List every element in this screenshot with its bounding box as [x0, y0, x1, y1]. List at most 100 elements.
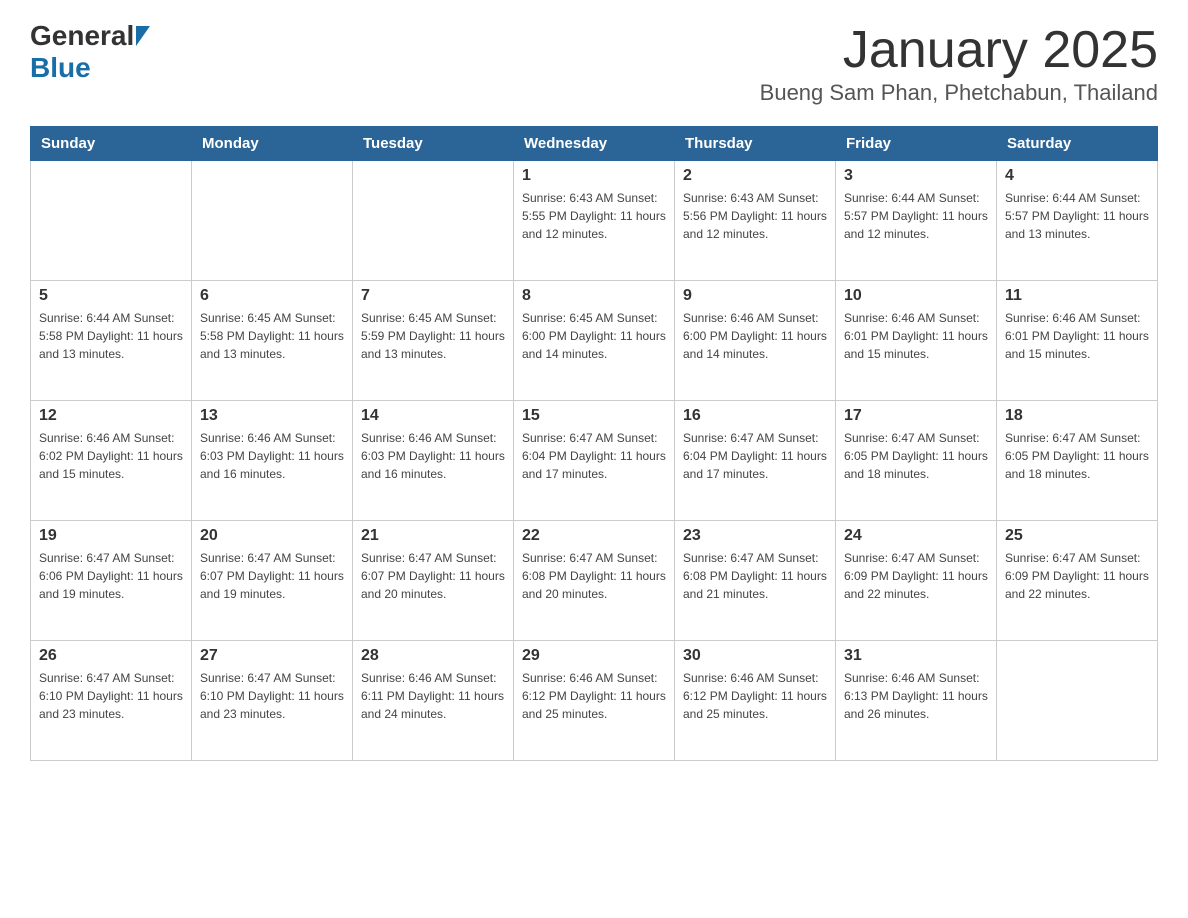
calendar-cell: 18 Sunrise: 6:47 AM Sunset: 6:05 PM Dayli…	[997, 401, 1158, 521]
cell-info: Sunrise: 6:47 AM Sunset: 6:04 PM Dayligh…	[683, 429, 827, 483]
calendar-cell: 5 Sunrise: 6:44 AM Sunset: 5:58 PM Daylig…	[31, 281, 192, 401]
month-title: January 2025	[760, 20, 1158, 80]
calendar-cell: 26 Sunrise: 6:47 AM Sunset: 6:10 PM Dayli…	[31, 641, 192, 761]
calendar-table: SundayMondayTuesdayWednesdayThursdayFrid…	[30, 126, 1158, 761]
cell-info: Sunrise: 6:46 AM Sunset: 6:02 PM Dayligh…	[39, 429, 183, 483]
calendar-cell: 7 Sunrise: 6:45 AM Sunset: 5:59 PM Daylig…	[353, 281, 514, 401]
calendar-cell: 9 Sunrise: 6:46 AM Sunset: 6:00 PM Daylig…	[675, 281, 836, 401]
cell-info: Sunrise: 6:47 AM Sunset: 6:08 PM Dayligh…	[683, 549, 827, 603]
cell-info: Sunrise: 6:44 AM Sunset: 5:58 PM Dayligh…	[39, 309, 183, 363]
calendar-cell: 24 Sunrise: 6:47 AM Sunset: 6:09 PM Dayli…	[836, 521, 997, 641]
calendar-cell: 19 Sunrise: 6:47 AM Sunset: 6:06 PM Dayli…	[31, 521, 192, 641]
cell-day-number: 1	[522, 167, 666, 185]
calendar-day-header: Sunday	[31, 127, 192, 161]
cell-day-number: 3	[844, 167, 988, 185]
calendar-day-header: Thursday	[675, 127, 836, 161]
cell-info: Sunrise: 6:47 AM Sunset: 6:08 PM Dayligh…	[522, 549, 666, 603]
cell-info: Sunrise: 6:46 AM Sunset: 6:13 PM Dayligh…	[844, 669, 988, 723]
calendar-cell: 1 Sunrise: 6:43 AM Sunset: 5:55 PM Daylig…	[514, 161, 675, 281]
cell-info: Sunrise: 6:47 AM Sunset: 6:05 PM Dayligh…	[1005, 429, 1149, 483]
logo-general-text: General	[30, 20, 134, 52]
logo-triangle-icon	[136, 26, 150, 46]
cell-info: Sunrise: 6:47 AM Sunset: 6:09 PM Dayligh…	[844, 549, 988, 603]
calendar-cell: 12 Sunrise: 6:46 AM Sunset: 6:02 PM Dayli…	[31, 401, 192, 521]
cell-day-number: 10	[844, 287, 988, 305]
calendar-cell	[353, 161, 514, 281]
calendar-cell: 29 Sunrise: 6:46 AM Sunset: 6:12 PM Dayli…	[514, 641, 675, 761]
cell-info: Sunrise: 6:43 AM Sunset: 5:55 PM Dayligh…	[522, 189, 666, 243]
cell-day-number: 16	[683, 407, 827, 425]
cell-day-number: 11	[1005, 287, 1149, 305]
calendar-cell: 27 Sunrise: 6:47 AM Sunset: 6:10 PM Dayli…	[192, 641, 353, 761]
calendar-cell: 25 Sunrise: 6:47 AM Sunset: 6:09 PM Dayli…	[997, 521, 1158, 641]
cell-day-number: 17	[844, 407, 988, 425]
calendar-cell: 21Sunrise: 6:47 AM Sunset: 6:07 PM Dayli…	[353, 521, 514, 641]
cell-day-number: 26	[39, 647, 183, 665]
cell-day-number: 4	[1005, 167, 1149, 185]
calendar-day-header: Saturday	[997, 127, 1158, 161]
calendar-week-row: 12 Sunrise: 6:46 AM Sunset: 6:02 PM Dayli…	[31, 401, 1158, 521]
calendar-week-row: 5 Sunrise: 6:44 AM Sunset: 5:58 PM Daylig…	[31, 281, 1158, 401]
cell-info: Sunrise: 6:46 AM Sunset: 6:00 PM Dayligh…	[683, 309, 827, 363]
title-section: January 2025 Bueng Sam Phan, Phetchabun,…	[760, 20, 1158, 106]
calendar-cell: 14 Sunrise: 6:46 AM Sunset: 6:03 PM Dayli…	[353, 401, 514, 521]
calendar-cell	[997, 641, 1158, 761]
cell-day-number: 13	[200, 407, 344, 425]
calendar-day-header: Wednesday	[514, 127, 675, 161]
calendar-day-header: Tuesday	[353, 127, 514, 161]
cell-day-number: 2	[683, 167, 827, 185]
cell-info: Sunrise: 6:47 AM Sunset: 6:06 PM Dayligh…	[39, 549, 183, 603]
calendar-week-row: 19 Sunrise: 6:47 AM Sunset: 6:06 PM Dayli…	[31, 521, 1158, 641]
cell-info: Sunrise: 6:47 AM Sunset: 6:04 PM Dayligh…	[522, 429, 666, 483]
cell-info: Sunrise: 6:44 AM Sunset: 5:57 PM Dayligh…	[844, 189, 988, 243]
location-title: Bueng Sam Phan, Phetchabun, Thailand	[760, 80, 1158, 106]
cell-day-number: 31	[844, 647, 988, 665]
cell-info: Sunrise: 6:46 AM Sunset: 6:11 PM Dayligh…	[361, 669, 505, 723]
cell-day-number: 19	[39, 527, 183, 545]
calendar-cell: 2Sunrise: 6:43 AM Sunset: 5:56 PM Daylig…	[675, 161, 836, 281]
cell-info: Sunrise: 6:47 AM Sunset: 6:10 PM Dayligh…	[200, 669, 344, 723]
cell-day-number: 29	[522, 647, 666, 665]
cell-info: Sunrise: 6:47 AM Sunset: 6:07 PM Dayligh…	[200, 549, 344, 603]
calendar-cell: 15 Sunrise: 6:47 AM Sunset: 6:04 PM Dayli…	[514, 401, 675, 521]
cell-day-number: 24	[844, 527, 988, 545]
calendar-cell: 10 Sunrise: 6:46 AM Sunset: 6:01 PM Dayli…	[836, 281, 997, 401]
cell-day-number: 30	[683, 647, 827, 665]
cell-day-number: 9	[683, 287, 827, 305]
cell-day-number: 27	[200, 647, 344, 665]
cell-info: Sunrise: 6:46 AM Sunset: 6:12 PM Dayligh…	[522, 669, 666, 723]
cell-day-number: 6	[200, 287, 344, 305]
page-header: General Blue January 2025 Bueng Sam Phan…	[30, 20, 1158, 106]
calendar-cell: 6Sunrise: 6:45 AM Sunset: 5:58 PM Daylig…	[192, 281, 353, 401]
calendar-cell	[31, 161, 192, 281]
cell-day-number: 14	[361, 407, 505, 425]
cell-info: Sunrise: 6:47 AM Sunset: 6:07 PM Dayligh…	[361, 549, 505, 603]
cell-day-number: 18	[1005, 407, 1149, 425]
cell-day-number: 15	[522, 407, 666, 425]
cell-info: Sunrise: 6:45 AM Sunset: 5:59 PM Dayligh…	[361, 309, 505, 363]
calendar-cell: 13Sunrise: 6:46 AM Sunset: 6:03 PM Dayli…	[192, 401, 353, 521]
cell-info: Sunrise: 6:47 AM Sunset: 6:10 PM Dayligh…	[39, 669, 183, 723]
calendar-cell: 3 Sunrise: 6:44 AM Sunset: 5:57 PM Daylig…	[836, 161, 997, 281]
logo-blue-text: Blue	[30, 52, 91, 83]
calendar-week-row: 1 Sunrise: 6:43 AM Sunset: 5:55 PM Daylig…	[31, 161, 1158, 281]
logo: General Blue	[30, 20, 150, 84]
calendar-cell: 22Sunrise: 6:47 AM Sunset: 6:08 PM Dayli…	[514, 521, 675, 641]
cell-day-number: 7	[361, 287, 505, 305]
cell-day-number: 12	[39, 407, 183, 425]
cell-info: Sunrise: 6:46 AM Sunset: 6:03 PM Dayligh…	[361, 429, 505, 483]
calendar-cell: 28Sunrise: 6:46 AM Sunset: 6:11 PM Dayli…	[353, 641, 514, 761]
calendar-cell: 30Sunrise: 6:46 AM Sunset: 6:12 PM Dayli…	[675, 641, 836, 761]
calendar-header-row: SundayMondayTuesdayWednesdayThursdayFrid…	[31, 127, 1158, 161]
cell-day-number: 5	[39, 287, 183, 305]
calendar-cell	[192, 161, 353, 281]
calendar-week-row: 26 Sunrise: 6:47 AM Sunset: 6:10 PM Dayli…	[31, 641, 1158, 761]
cell-info: Sunrise: 6:47 AM Sunset: 6:09 PM Dayligh…	[1005, 549, 1149, 603]
cell-info: Sunrise: 6:46 AM Sunset: 6:01 PM Dayligh…	[844, 309, 988, 363]
calendar-cell: 16 Sunrise: 6:47 AM Sunset: 6:04 PM Dayli…	[675, 401, 836, 521]
cell-info: Sunrise: 6:45 AM Sunset: 6:00 PM Dayligh…	[522, 309, 666, 363]
calendar-day-header: Monday	[192, 127, 353, 161]
calendar-cell: 11Sunrise: 6:46 AM Sunset: 6:01 PM Dayli…	[997, 281, 1158, 401]
cell-day-number: 25	[1005, 527, 1149, 545]
cell-day-number: 20	[200, 527, 344, 545]
